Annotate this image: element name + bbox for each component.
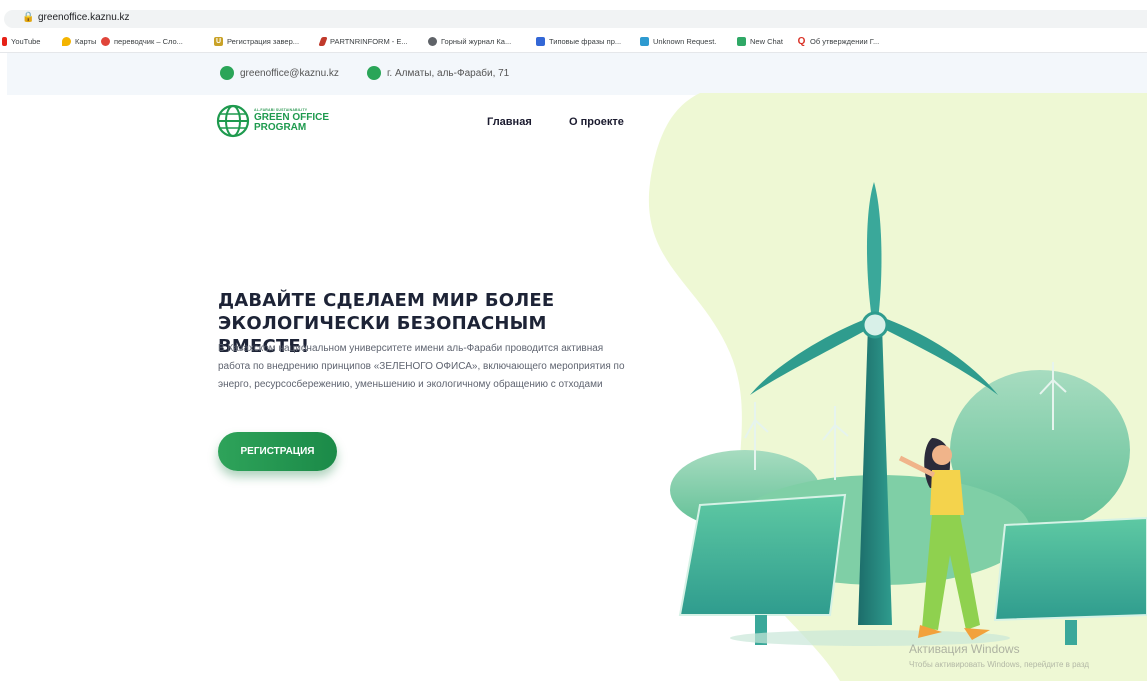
globe-logo-icon	[216, 104, 250, 138]
bookmark-label: Горный журнал Ка...	[441, 36, 512, 46]
bookmarks-bar: YouTube Карты переводчик – Сло... U Реги…	[0, 30, 1147, 53]
site-contact-bar	[7, 53, 1147, 95]
bookmark-label: YouTube	[11, 36, 41, 46]
youtube-icon	[2, 36, 7, 46]
bookmark-approval[interactable]: Q Об утверждении Г...	[797, 34, 880, 48]
turbine-tower	[858, 325, 892, 625]
hero-description: В Казахском национальном университете им…	[218, 343, 625, 390]
bookmark-label: Об утверждении Г...	[810, 36, 880, 46]
url-field-background[interactable]	[4, 10, 1147, 28]
solar-panel-right	[993, 516, 1147, 622]
address-contact: г. Алматы, аль-Фараби, 71	[367, 66, 509, 80]
translator-icon	[101, 36, 110, 46]
windows-activation-watermark: Активация Windows	[909, 642, 1020, 656]
bookmark-phrases[interactable]: Типовые фразы пр...	[536, 34, 621, 48]
register-button[interactable]: РЕГИСТРАЦИЯ	[218, 432, 337, 471]
bookmark-label: PARTNRINFORM - E...	[330, 36, 408, 46]
bookmark-label: Карты	[75, 36, 97, 46]
site-logo[interactable]: AL-FARABI SUSTAINABILITY GREEN OFFICE PR…	[216, 104, 329, 138]
bookmark-maps[interactable]: Карты	[62, 34, 96, 48]
chat-icon	[737, 36, 746, 46]
url-text[interactable]: greenoffice.kaznu.kz	[38, 12, 130, 23]
logo-line2: PROGRAM	[254, 121, 307, 133]
bookmark-partnrinform[interactable]: PARTNRINFORM - E...	[318, 34, 408, 48]
lock-icon[interactable]: 🔒	[22, 12, 34, 23]
grid-icon	[640, 36, 649, 46]
email-icon	[220, 66, 234, 80]
bookmark-label: Unknown Request.	[653, 36, 717, 46]
turbine-blade-left	[750, 318, 870, 395]
u-icon: U	[214, 36, 223, 46]
nav-home[interactable]: Главная	[487, 116, 532, 128]
solar-panel-left	[678, 493, 847, 616]
email-contact[interactable]: greenoffice@kaznu.kz	[220, 66, 339, 80]
bookmark-new-chat[interactable]: New Chat	[737, 34, 783, 48]
browser-address-bar: 🔒 greenoffice.kaznu.kz	[0, 0, 1147, 30]
wind-solar-illustration	[670, 182, 1147, 646]
bookmark-mining-journal[interactable]: Горный журнал Ка...	[428, 34, 511, 48]
bookmark-translator[interactable]: переводчик – Сло...	[101, 34, 183, 48]
address-text: г. Алматы, аль-Фараби, 71	[387, 67, 510, 79]
bookmark-unknown-request[interactable]: Unknown Request.	[640, 34, 716, 48]
turbine-blade-right	[882, 318, 998, 395]
doc-icon	[536, 36, 545, 46]
globe-icon	[428, 36, 437, 46]
maps-pin-icon	[62, 36, 71, 46]
bookmark-label: переводчик – Сло...	[114, 36, 183, 46]
bookmark-label: Типовые фразы пр...	[549, 36, 622, 46]
solar-panel-right-stand	[1065, 620, 1077, 645]
bookmark-label: New Chat	[750, 36, 783, 46]
turbine-hub	[861, 311, 889, 339]
location-icon	[367, 66, 381, 80]
email-text: greenoffice@kaznu.kz	[240, 67, 339, 79]
bookmark-youtube[interactable]: YouTube	[2, 34, 40, 48]
windows-activation-hint: Чтобы активировать Windows, перейдите в …	[909, 660, 1090, 669]
bookmark-label: Регистрация завер...	[227, 36, 300, 46]
partnrinform-icon	[318, 36, 328, 46]
nav-about[interactable]: О проекте	[569, 116, 624, 128]
turbine-blade-top	[866, 182, 882, 320]
bookmark-registration[interactable]: U Регистрация завер...	[214, 34, 299, 48]
small-turbine-2	[822, 406, 849, 480]
search-q-icon: Q	[797, 35, 806, 47]
